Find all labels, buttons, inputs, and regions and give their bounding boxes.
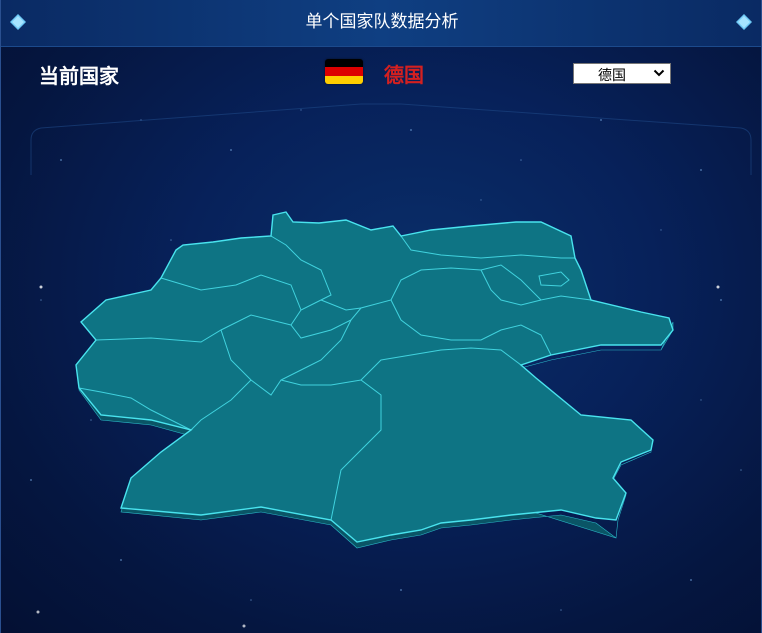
germany-3d-map[interactable] [1, 0, 762, 633]
germany-territory[interactable] [75, 211, 674, 543]
dashboard-panel: 单个国家队数据分析 当前国家 德国 德国 [0, 0, 762, 633]
